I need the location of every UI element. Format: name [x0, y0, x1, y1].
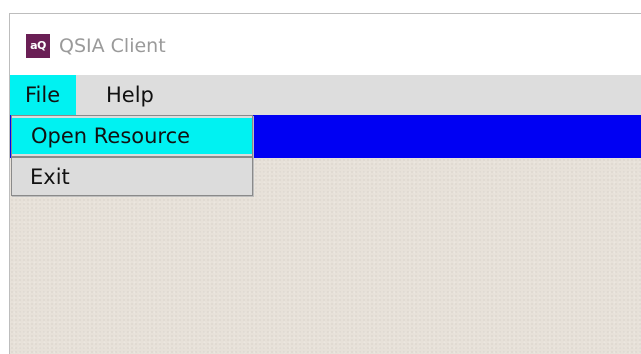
menu-item-open-resource[interactable]: Open Resource — [12, 118, 252, 154]
menu-item-exit[interactable]: Exit — [12, 159, 252, 195]
menu-separator — [12, 156, 252, 158]
app-logo-icon: aQ — [26, 34, 50, 58]
file-menu-dropdown: Open Resource Exit — [11, 115, 253, 196]
app-window: aQ QSIA Client File Help Open Resource E… — [9, 13, 641, 354]
menu-bar: File Help — [10, 75, 641, 115]
window-title: QSIA Client — [59, 35, 166, 57]
title-bar: aQ QSIA Client — [10, 14, 641, 75]
menu-file[interactable]: File — [10, 75, 76, 115]
menu-help[interactable]: Help — [92, 75, 168, 115]
